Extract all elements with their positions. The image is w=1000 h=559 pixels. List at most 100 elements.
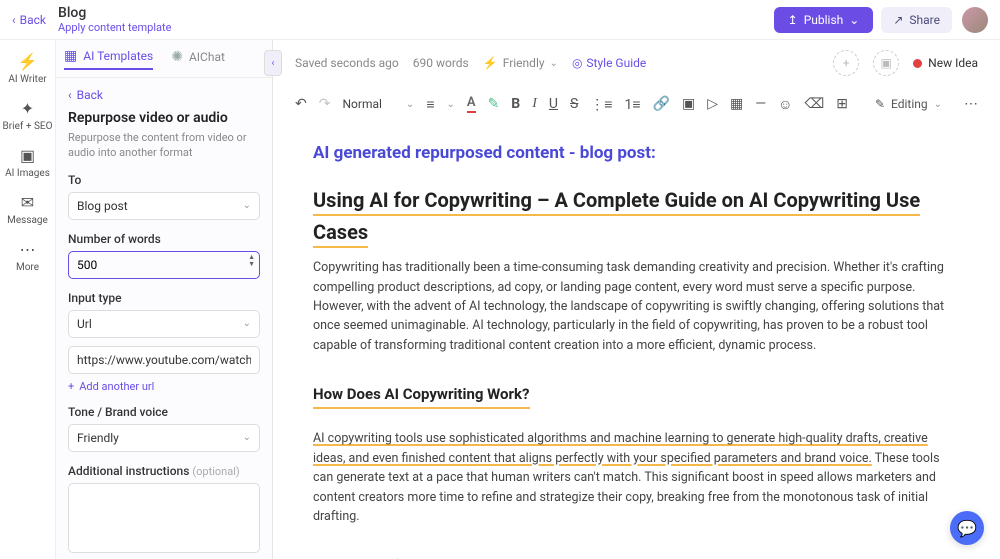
align-button[interactable]: ≡	[426, 96, 434, 113]
doc-h2: How Does AI Copywriting Work?	[313, 383, 530, 409]
more-icon: ⋯	[20, 240, 36, 259]
rail-more[interactable]: ⋯ More	[0, 240, 55, 273]
style-guide-link[interactable]: ◎ Style Guide	[572, 56, 646, 70]
quantity-stepper[interactable]: ▲▼	[248, 254, 255, 268]
left-rail: ⚡ AI Writer ✦ Brief + SEO ▣ AI Images ✉ …	[0, 40, 56, 559]
words-input[interactable]	[69, 252, 259, 278]
bolt-icon: ⚡	[483, 56, 498, 70]
tab-ai-templates[interactable]: ▦ AI Templates	[64, 48, 153, 70]
share-icon: ↗	[893, 13, 903, 27]
rail-label: AI Images	[5, 168, 50, 179]
editing-mode-chip[interactable]: ✎ Editing ⌄	[875, 97, 942, 111]
add-person-button[interactable]: +	[833, 50, 859, 76]
lead-text: AI generated repurposed content - blog p…	[313, 140, 960, 166]
rail-label: Brief + SEO	[3, 121, 53, 132]
strike-button[interactable]: S	[570, 96, 578, 112]
pencil-icon: ✎	[875, 97, 885, 111]
back-label: Back	[20, 13, 46, 27]
italic-button[interactable]: I	[532, 96, 537, 112]
chevron-down-icon: ⌄	[550, 58, 558, 69]
bold-button[interactable]: B	[511, 96, 520, 112]
editor-main: Saved seconds ago 690 words ⚡ Friendly ⌄…	[273, 40, 1000, 559]
tone-label: Tone / Brand voice	[68, 405, 260, 419]
publish-button[interactable]: ↥ Publish ⌄	[774, 7, 874, 33]
editor-content[interactable]: AI generated repurposed content - blog p…	[273, 122, 1000, 559]
redo-button[interactable]: ↷	[319, 96, 331, 112]
chevron-down-icon: ⌄	[243, 318, 251, 329]
chevron-down-icon: ⌄	[406, 99, 414, 110]
paragraph: Copywriting has traditionally been a tim…	[313, 258, 960, 355]
status-dot-icon	[913, 59, 922, 68]
additional-textarea[interactable]	[68, 483, 260, 553]
doc-h2: Why Use AI for Copywriting?	[313, 554, 505, 559]
highlighted-text: AI copywriting tools use sophisticated a…	[313, 431, 928, 465]
rail-message[interactable]: ✉ Message	[0, 193, 55, 226]
idea-chip[interactable]: New Idea	[913, 56, 978, 70]
highlight-button[interactable]: ✎	[488, 96, 500, 112]
url-input[interactable]	[68, 346, 260, 374]
avatar[interactable]	[962, 7, 988, 33]
tone-chip[interactable]: ⚡ Friendly ⌄	[483, 56, 558, 70]
text-style-value: Normal	[342, 97, 381, 111]
divider-button[interactable]: —	[755, 96, 766, 112]
number-list-button[interactable]: 1≡	[624, 96, 640, 113]
underline-button[interactable]: U	[549, 96, 558, 112]
tone-chip-label: Friendly	[503, 56, 545, 70]
header-title-block: Blog Apply content template	[58, 5, 171, 34]
text-color-button[interactable]: A	[467, 95, 476, 113]
to-value: Blog post	[77, 199, 128, 213]
panel-body: ‹ Back Repurpose video or audio Repurpos…	[56, 78, 272, 559]
clear-format-button[interactable]: ⌫	[804, 96, 824, 112]
text-style-select[interactable]: Normal ⌄	[342, 97, 414, 111]
tab-ai-chat[interactable]: ✺ AIChat	[171, 49, 225, 69]
collapse-sidebar-button[interactable]: ‹	[264, 50, 282, 76]
rail-brief-seo[interactable]: ✦ Brief + SEO	[0, 99, 55, 132]
chevron-down-icon: ⌄	[243, 200, 251, 211]
chevron-down-icon: ⌄	[849, 13, 859, 27]
video-button[interactable]: ▷	[707, 96, 718, 112]
add-url-link[interactable]: + Add another url	[68, 380, 260, 393]
image-icon: ▣	[20, 146, 35, 165]
to-label: To	[68, 173, 260, 187]
words-input-wrap: ▲▼	[68, 251, 260, 279]
panel-desc: Repurpose the content from video or audi…	[68, 130, 260, 161]
more-menu-button[interactable]: ⋯	[964, 96, 978, 112]
chevron-down-icon: ⌄	[243, 432, 251, 443]
code-button[interactable]: ⊞	[836, 96, 848, 112]
table-button[interactable]: ▦	[730, 96, 743, 112]
add-image-button[interactable]: ▣	[873, 50, 899, 76]
additional-opt: (optional)	[192, 465, 239, 478]
target-icon: ◎	[572, 56, 582, 70]
words-label: Number of words	[68, 232, 260, 246]
panel-back[interactable]: ‹ Back	[68, 88, 260, 102]
chevron-down-icon: ⌄	[446, 99, 454, 110]
grid-icon: ▦	[64, 48, 77, 64]
share-button[interactable]: ↗ Share	[881, 7, 952, 33]
upload-icon: ↥	[788, 13, 798, 27]
apply-template-link[interactable]: Apply content template	[58, 21, 171, 34]
message-icon: ✉	[21, 193, 34, 212]
input-type-select[interactable]: Url ⌄	[68, 310, 260, 338]
back-link[interactable]: ‹ Back	[12, 13, 46, 27]
rail-ai-images[interactable]: ▣ AI Images	[0, 146, 55, 179]
tab-label: AI Templates	[83, 49, 153, 63]
to-select[interactable]: Blog post ⌄	[68, 192, 260, 220]
tone-value: Friendly	[77, 431, 119, 445]
undo-button[interactable]: ↶	[295, 96, 307, 112]
tone-select[interactable]: Friendly ⌄	[68, 424, 260, 452]
help-bubble-button[interactable]: 💬	[950, 511, 984, 545]
rail-ai-writer[interactable]: ⚡ AI Writer	[0, 52, 55, 85]
input-type-value: Url	[77, 317, 92, 331]
plus-icon: +	[68, 380, 74, 393]
emoji-button[interactable]: ☺	[778, 96, 792, 113]
chevron-left-icon: ‹	[68, 88, 72, 102]
bullet-list-button[interactable]: ⋮≡	[590, 96, 612, 113]
image-button[interactable]: ▣	[682, 96, 695, 112]
sidebar: ▦ AI Templates ✺ AIChat ‹ Back Repurpose…	[56, 40, 273, 559]
rail-label: AI Writer	[8, 74, 46, 85]
doc-meta: Saved seconds ago 690 words ⚡ Friendly ⌄…	[273, 40, 1000, 86]
rail-label: Message	[7, 215, 48, 226]
link-button[interactable]: 🔗	[653, 96, 670, 112]
editor-toolbar: ↶ ↷ Normal ⌄ ≡ ⌄ A ✎ B I U S ⋮≡ 1≡ 🔗 ▣ ▷…	[273, 86, 1000, 122]
additional-label-text: Additional instructions	[68, 464, 189, 478]
